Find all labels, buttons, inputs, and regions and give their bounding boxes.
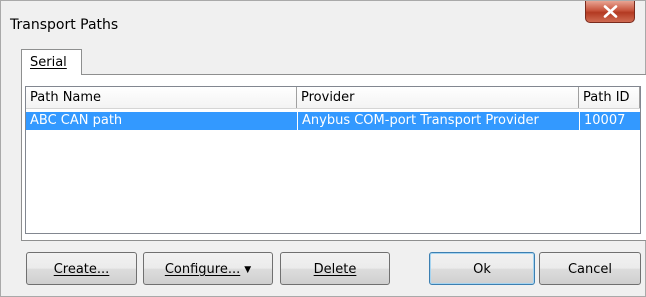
delete-button-label: Delete	[313, 262, 357, 277]
list-header: Path Name Provider Path ID	[26, 87, 640, 109]
create-button-label: Create...	[53, 262, 110, 277]
column-header-path-name[interactable]: Path Name	[26, 87, 297, 108]
transport-paths-list[interactable]: Path Name Provider Path ID ABC CAN path …	[25, 86, 641, 234]
chevron-down-icon: ▼	[244, 265, 252, 275]
column-header-provider[interactable]: Provider	[297, 87, 579, 108]
delete-button[interactable]: Delete	[280, 252, 390, 285]
title-bar[interactable]: Transport Paths	[1, 1, 645, 39]
configure-button[interactable]: Configure... ▼	[143, 252, 273, 285]
cancel-button[interactable]: Cancel	[539, 252, 641, 285]
transport-paths-dialog: Transport Paths Serial Path Name Provide…	[0, 0, 646, 297]
tab-serial-label: Serial	[30, 55, 67, 70]
ok-button-label: Ok	[473, 262, 491, 277]
cancel-button-label: Cancel	[567, 262, 613, 277]
tab-serial[interactable]: Serial	[21, 49, 82, 75]
window-title: Transport Paths	[10, 17, 119, 33]
cell-path-name: ABC CAN path	[30, 113, 123, 128]
list-row[interactable]: ABC CAN path Anybus COM-port Transport P…	[26, 112, 640, 130]
configure-button-label: Configure...	[164, 262, 241, 277]
create-button[interactable]: Create...	[26, 252, 137, 285]
cell-provider: Anybus COM-port Transport Provider	[302, 113, 539, 128]
cell-path-id: 10007	[584, 113, 626, 128]
ok-button[interactable]: Ok	[429, 252, 535, 285]
close-icon	[603, 5, 618, 18]
close-button[interactable]	[585, 1, 635, 23]
column-header-path-id[interactable]: Path ID	[579, 87, 640, 108]
